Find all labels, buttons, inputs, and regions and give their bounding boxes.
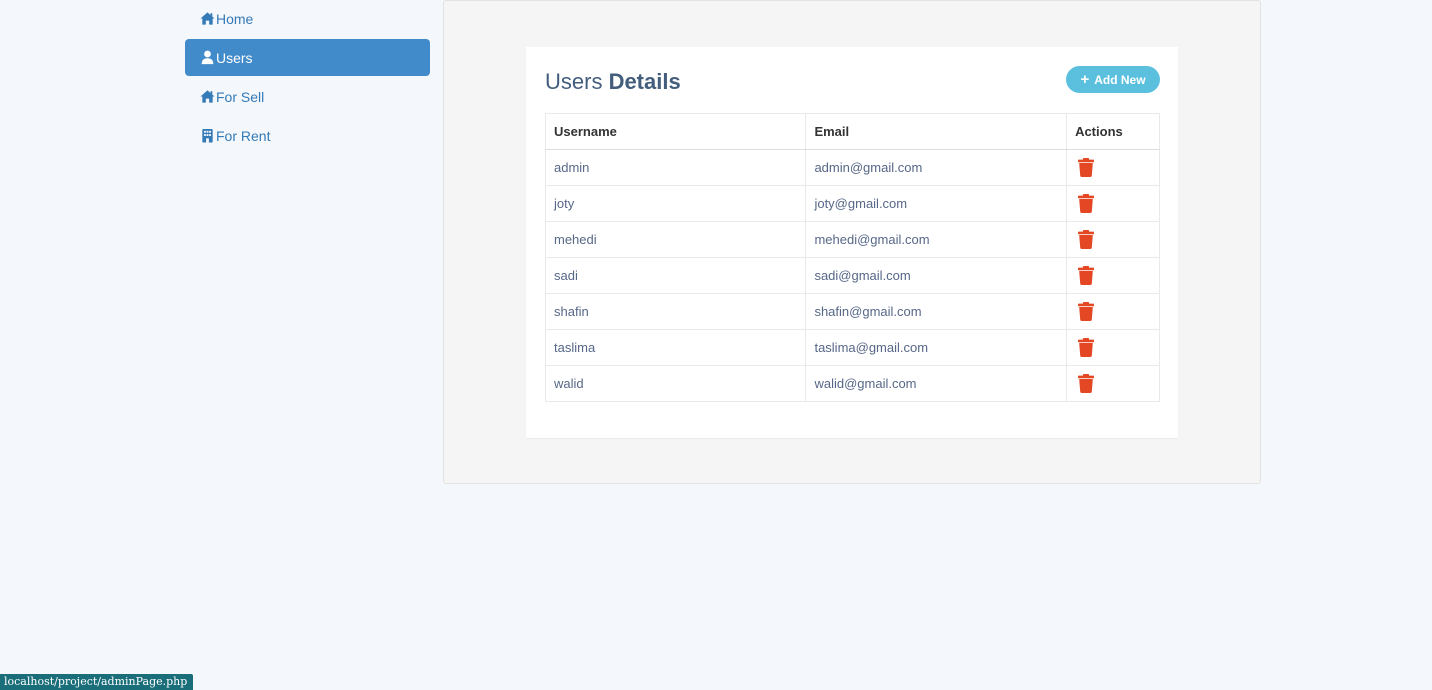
add-new-label: Add New	[1094, 72, 1146, 87]
email-cell: joty@gmail.com	[805, 185, 1068, 222]
column-header-email: Email	[805, 113, 1068, 150]
sidebar-item-home[interactable]: Home	[185, 0, 430, 37]
actions-cell	[1066, 257, 1160, 294]
page-title: Users Details	[545, 69, 681, 95]
sidebar: Home Users For Sell For Rent	[185, 0, 430, 156]
sidebar-item-label: Home	[216, 10, 254, 27]
page-title-bold: Details	[608, 69, 681, 94]
table-row: taslima taslima@gmail.com	[544, 329, 1160, 366]
username-cell: taslima	[544, 329, 807, 366]
table-header-row: Username Email Actions	[544, 113, 1160, 150]
email-cell: sadi@gmail.com	[805, 257, 1068, 294]
add-new-button[interactable]: + Add New	[1066, 66, 1160, 93]
email-cell: taslima@gmail.com	[805, 329, 1068, 366]
trash-icon[interactable]	[1078, 374, 1095, 393]
building-icon	[200, 128, 215, 143]
trash-icon[interactable]	[1078, 194, 1095, 213]
actions-cell	[1066, 329, 1160, 366]
username-cell: sadi	[544, 257, 807, 294]
sidebar-item-users[interactable]: Users	[185, 39, 430, 76]
actions-cell	[1066, 185, 1160, 222]
home-icon	[200, 89, 215, 104]
sidebar-item-for-sell[interactable]: For Sell	[185, 78, 430, 115]
trash-icon[interactable]	[1078, 158, 1095, 177]
trash-icon[interactable]	[1078, 230, 1095, 249]
user-icon	[200, 50, 215, 65]
sidebar-item-label: Users	[216, 49, 253, 66]
actions-cell	[1066, 221, 1160, 258]
sidebar-item-label: For Rent	[216, 127, 271, 144]
actions-cell	[1066, 149, 1160, 186]
actions-cell	[1066, 365, 1160, 402]
table-row: walid walid@gmail.com	[544, 365, 1160, 402]
home-icon	[200, 11, 215, 26]
table-row: admin admin@gmail.com	[544, 149, 1160, 186]
users-card: Users Details + Add New Username Email A…	[526, 47, 1178, 438]
actions-cell	[1066, 293, 1160, 330]
email-cell: admin@gmail.com	[805, 149, 1068, 186]
table-row: sadi sadi@gmail.com	[544, 257, 1160, 294]
plus-icon: +	[1080, 71, 1090, 88]
column-header-username: Username	[544, 113, 807, 150]
username-cell: joty	[544, 185, 807, 222]
username-cell: walid	[544, 365, 807, 402]
page-title-plain: Users	[545, 69, 609, 94]
table-row: shafin shafin@gmail.com	[544, 293, 1160, 330]
trash-icon[interactable]	[1078, 266, 1095, 285]
username-cell: admin	[544, 149, 807, 186]
table-row: mehedi mehedi@gmail.com	[544, 221, 1160, 258]
email-cell: walid@gmail.com	[805, 365, 1068, 402]
email-cell: shafin@gmail.com	[805, 293, 1068, 330]
username-cell: mehedi	[544, 221, 807, 258]
sidebar-item-for-rent[interactable]: For Rent	[185, 117, 430, 154]
email-cell: mehedi@gmail.com	[805, 221, 1068, 258]
username-cell: shafin	[544, 293, 807, 330]
trash-icon[interactable]	[1078, 338, 1095, 357]
table-row: joty joty@gmail.com	[544, 185, 1160, 222]
status-bar-url: localhost/project/adminPage.php	[0, 674, 194, 690]
main-panel: Users Details + Add New Username Email A…	[443, 0, 1261, 484]
users-table: Username Email Actions admin admin@gmail…	[544, 113, 1160, 402]
sidebar-item-label: For Sell	[216, 88, 265, 105]
trash-icon[interactable]	[1078, 302, 1095, 321]
column-header-actions: Actions	[1066, 113, 1160, 150]
